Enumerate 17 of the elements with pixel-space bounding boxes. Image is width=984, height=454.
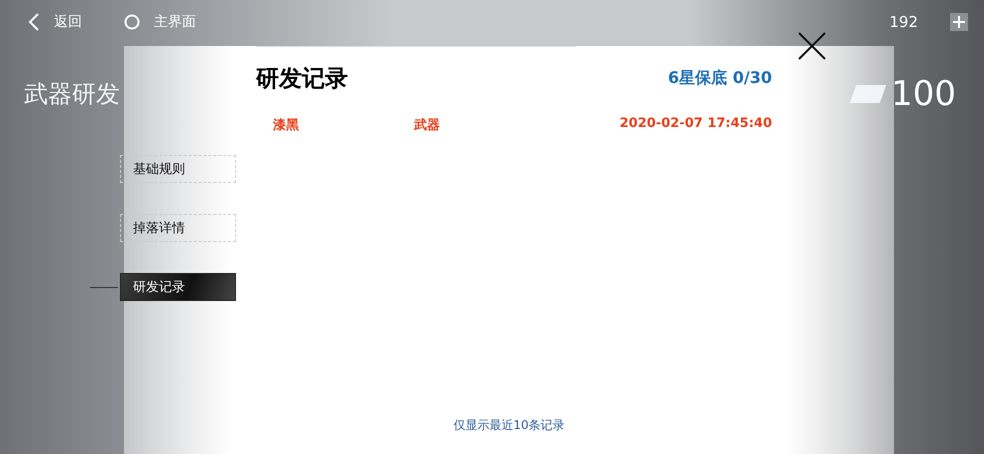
pity-counter: 6星保底 0/30 bbox=[668, 68, 772, 89]
record-time: 2020-02-07 17:45:40 bbox=[620, 116, 772, 133]
page-title: 武器研发 bbox=[24, 79, 120, 110]
dialog-title: 研发记录 bbox=[256, 65, 348, 94]
back-label[interactable]: 返回 bbox=[54, 13, 82, 31]
record-type: 武器 bbox=[414, 117, 441, 134]
tab[interactable]: 掉落详情 bbox=[120, 214, 236, 242]
currency-count: 192 bbox=[889, 13, 918, 31]
record-name: 漆黑 bbox=[272, 117, 300, 134]
footer-note: 仅显示最近10条记录 bbox=[453, 417, 565, 434]
close-button[interactable] bbox=[798, 32, 826, 60]
back-icon[interactable] bbox=[28, 13, 40, 31]
tab[interactable]: 研发记录 bbox=[120, 273, 236, 301]
add-button[interactable] bbox=[950, 13, 968, 31]
tab[interactable]: 基础规则 bbox=[120, 155, 236, 183]
ticket-count: 100 bbox=[891, 74, 956, 114]
circle-icon[interactable] bbox=[124, 14, 140, 30]
